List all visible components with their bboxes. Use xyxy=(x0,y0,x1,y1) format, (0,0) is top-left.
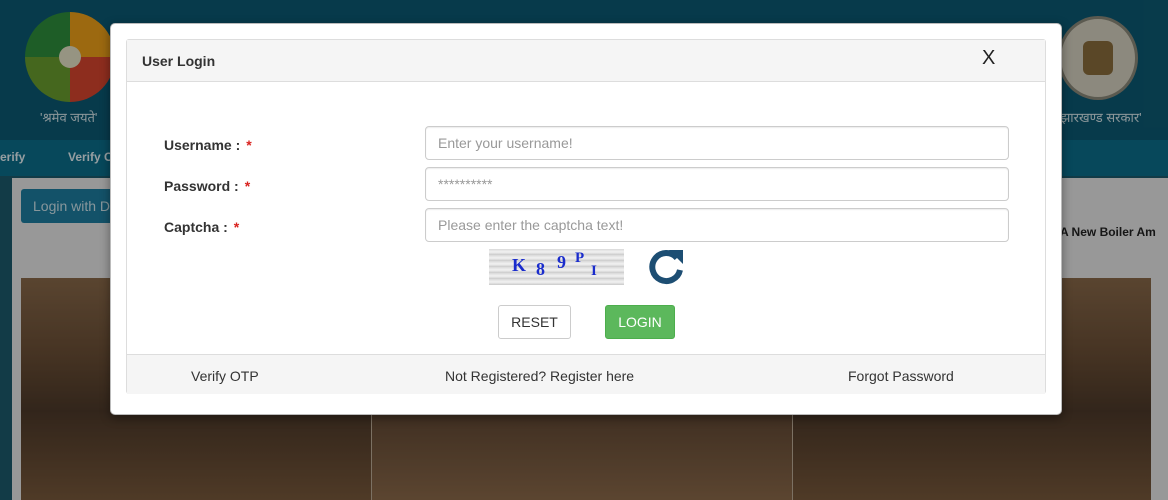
password-label: Password : * xyxy=(164,178,251,194)
captcha-label: Captcha : * xyxy=(164,219,240,235)
login-modal: User Login X Username :* Password :* Cap… xyxy=(110,23,1062,415)
register-link[interactable]: Not Registered? Register here xyxy=(445,368,634,384)
close-button[interactable]: X xyxy=(982,47,995,70)
reset-button[interactable]: RESET xyxy=(498,305,571,339)
username-input[interactable] xyxy=(425,126,1009,160)
required-mark: * xyxy=(244,178,251,194)
verify-otp-link[interactable]: Verify OTP xyxy=(191,368,259,384)
required-mark: * xyxy=(246,137,252,153)
modal-header: User Login X xyxy=(127,40,1045,82)
login-panel: User Login X Username :* Password :* Cap… xyxy=(126,39,1046,394)
modal-footer: Verify OTP Not Registered? Register here… xyxy=(127,354,1045,394)
modal-title: User Login xyxy=(142,53,216,69)
refresh-captcha-icon[interactable] xyxy=(645,246,687,288)
captcha-input[interactable] xyxy=(425,208,1009,242)
captcha-char: K xyxy=(512,255,527,275)
captcha-char: I xyxy=(591,263,597,279)
captcha-image: K 8 9 P I xyxy=(489,249,624,285)
password-input[interactable] xyxy=(425,167,1009,201)
username-label: Username : * xyxy=(164,137,252,153)
login-button[interactable]: LOGIN xyxy=(605,305,675,339)
captcha-char: 9 xyxy=(557,252,566,272)
required-mark: * xyxy=(233,219,240,235)
captcha-char: P xyxy=(575,250,585,266)
captcha-char: 8 xyxy=(536,259,545,279)
forgot-password-link[interactable]: Forgot Password xyxy=(848,368,954,384)
